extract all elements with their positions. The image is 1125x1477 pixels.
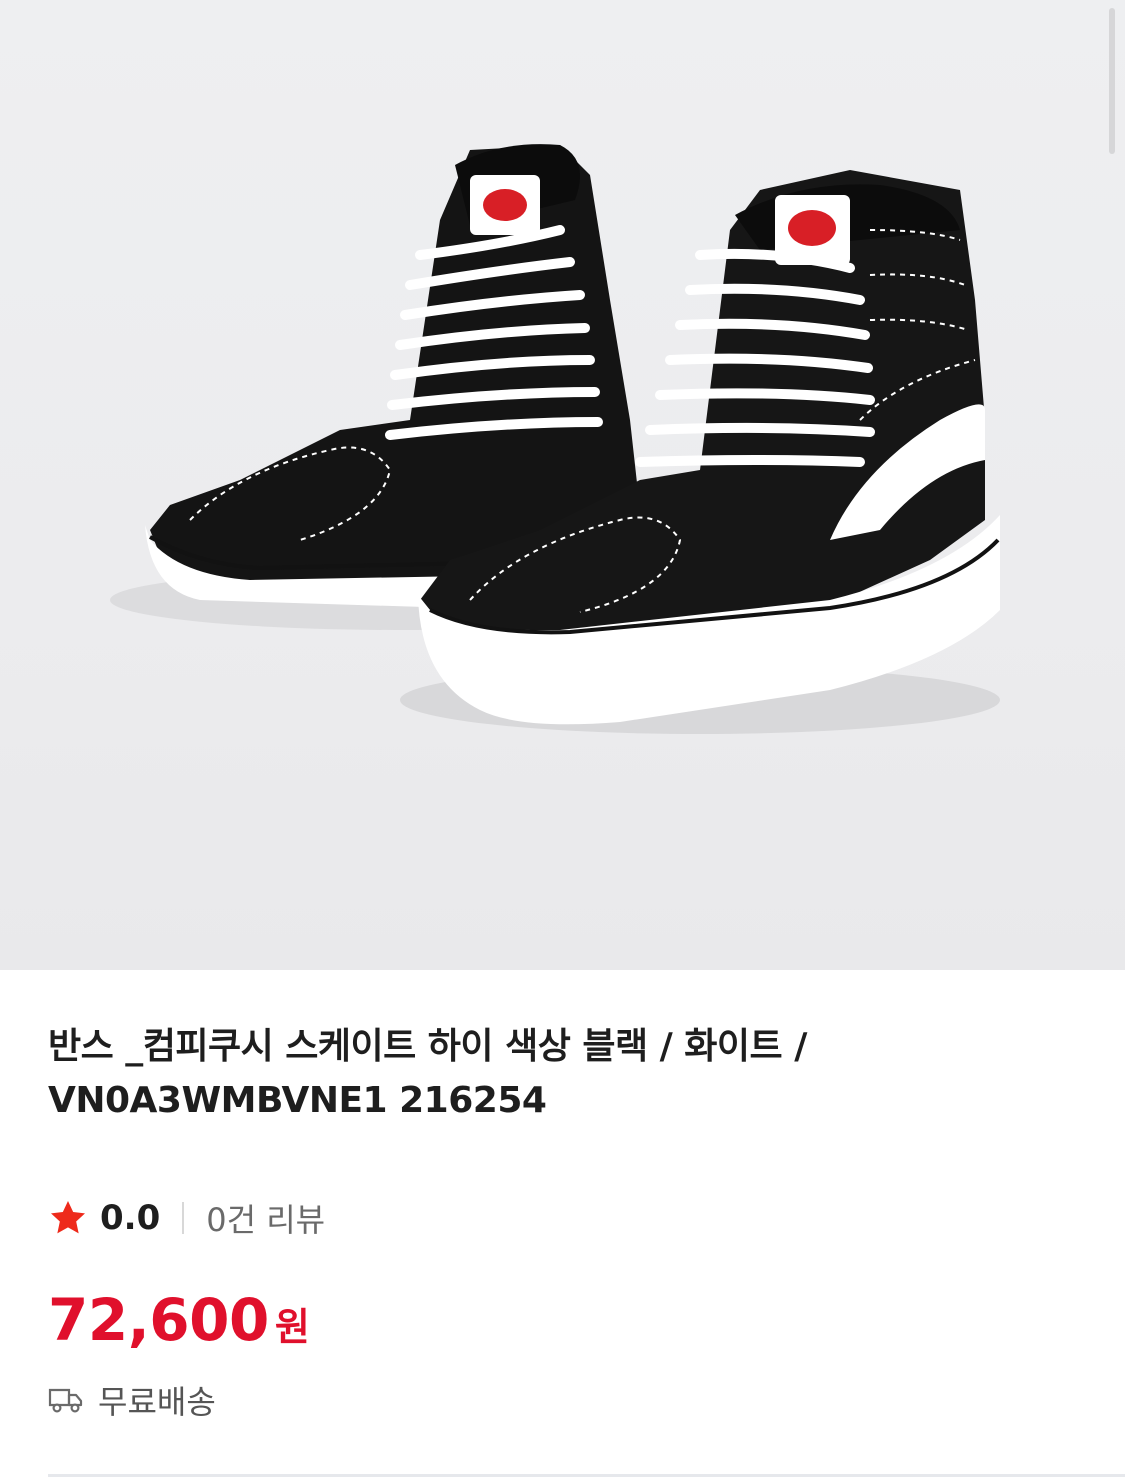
price-row: 72,600 원: [48, 1286, 310, 1354]
product-info: 반스 _컴피쿠시 스케이트 하이 색상 블랙 / 화이트 / VN0A3WMBV…: [48, 1020, 1088, 1128]
star-icon: [51, 1201, 85, 1234]
divider: [182, 1202, 185, 1234]
review-count-link[interactable]: 0건 리뷰: [206, 1195, 325, 1241]
product-title-line2: VN0A3WMBVNE1 216254: [48, 1080, 547, 1121]
truck-icon: [48, 1388, 83, 1413]
rating-row[interactable]: 0.0 0건 리뷰: [48, 1196, 325, 1240]
product-image[interactable]: [0, 0, 1125, 970]
shipping-label: 무료배송: [98, 1383, 216, 1421]
shipping-row: 무료배송: [48, 1378, 216, 1422]
price-currency: 원: [274, 1305, 310, 1349]
product-title-line1: 반스 _컴피쿠시 스케이트 하이 색상 블랙 / 화이트 /: [48, 1026, 807, 1067]
product-title: 반스 _컴피쿠시 스케이트 하이 색상 블랙 / 화이트 / VN0A3WMBV…: [48, 1020, 1088, 1128]
scrollbar[interactable]: [1109, 8, 1115, 154]
price-value: 72,600: [48, 1286, 269, 1354]
rating-score: 0.0: [100, 1198, 161, 1238]
sneaker-photo: [110, 144, 1000, 734]
